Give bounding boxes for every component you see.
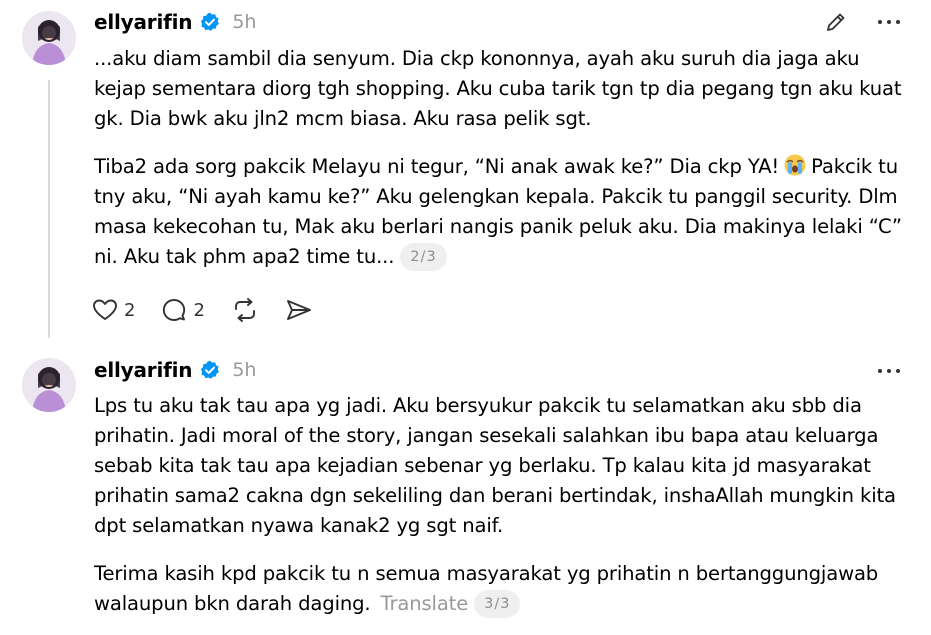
heart-icon: [92, 298, 118, 322]
reply-button[interactable]: 2: [161, 298, 205, 322]
action-bar: 2 2: [92, 298, 339, 322]
thread-line: [48, 80, 50, 338]
post-body: Lps tu aku tak tau apa yg jadi. Aku bers…: [94, 391, 914, 619]
page-indicator: 3/3: [474, 590, 521, 618]
send-icon: [285, 298, 313, 322]
post-header: ellyarifin 5h: [94, 357, 256, 383]
comment-icon: [161, 298, 187, 322]
post-header: ellyarifin 5h: [94, 9, 256, 35]
more-icon[interactable]: [876, 359, 902, 383]
repost-icon: [231, 298, 259, 322]
post-1: ellyarifin 5h ...aku diam sambil dia sen…: [0, 0, 931, 345]
verified-badge-icon: [200, 360, 220, 380]
repost-button[interactable]: [231, 298, 259, 322]
translate-link[interactable]: Translate: [381, 592, 469, 615]
post-paragraph: Terima kasih kpd pakcik tu n semua masya…: [94, 559, 914, 619]
post-body: ...aku diam sambil dia senyum. Dia ckp k…: [94, 44, 914, 272]
crying-face-emoji: [783, 153, 807, 177]
timestamp: 5h: [232, 359, 257, 381]
post-2: ellyarifin 5h Lps tu aku tak tau apa yg …: [0, 345, 931, 635]
page-indicator: 2/3: [400, 243, 447, 271]
more-icon[interactable]: [876, 10, 902, 34]
username[interactable]: ellyarifin: [94, 10, 193, 34]
post-paragraph: ...aku diam sambil dia senyum. Dia ckp k…: [94, 47, 902, 130]
share-button[interactable]: [285, 298, 313, 322]
like-button[interactable]: 2: [92, 298, 135, 322]
timestamp: 5h: [232, 11, 257, 33]
post-paragraph: Tiba2 ada sorg pakcik Melayu ni tegur, “…: [94, 152, 914, 272]
username[interactable]: ellyarifin: [94, 358, 193, 382]
avatar[interactable]: [22, 358, 76, 412]
pencil-icon[interactable]: [824, 10, 848, 34]
post-paragraph: Lps tu aku tak tau apa yg jadi. Aku bers…: [94, 394, 896, 537]
post-text: Tiba2 ada sorg pakcik Melayu ni tegur, “…: [94, 155, 780, 178]
verified-badge-icon: [200, 12, 220, 32]
avatar[interactable]: [22, 11, 76, 65]
reply-count: 2: [193, 299, 205, 321]
like-count: 2: [124, 299, 136, 321]
